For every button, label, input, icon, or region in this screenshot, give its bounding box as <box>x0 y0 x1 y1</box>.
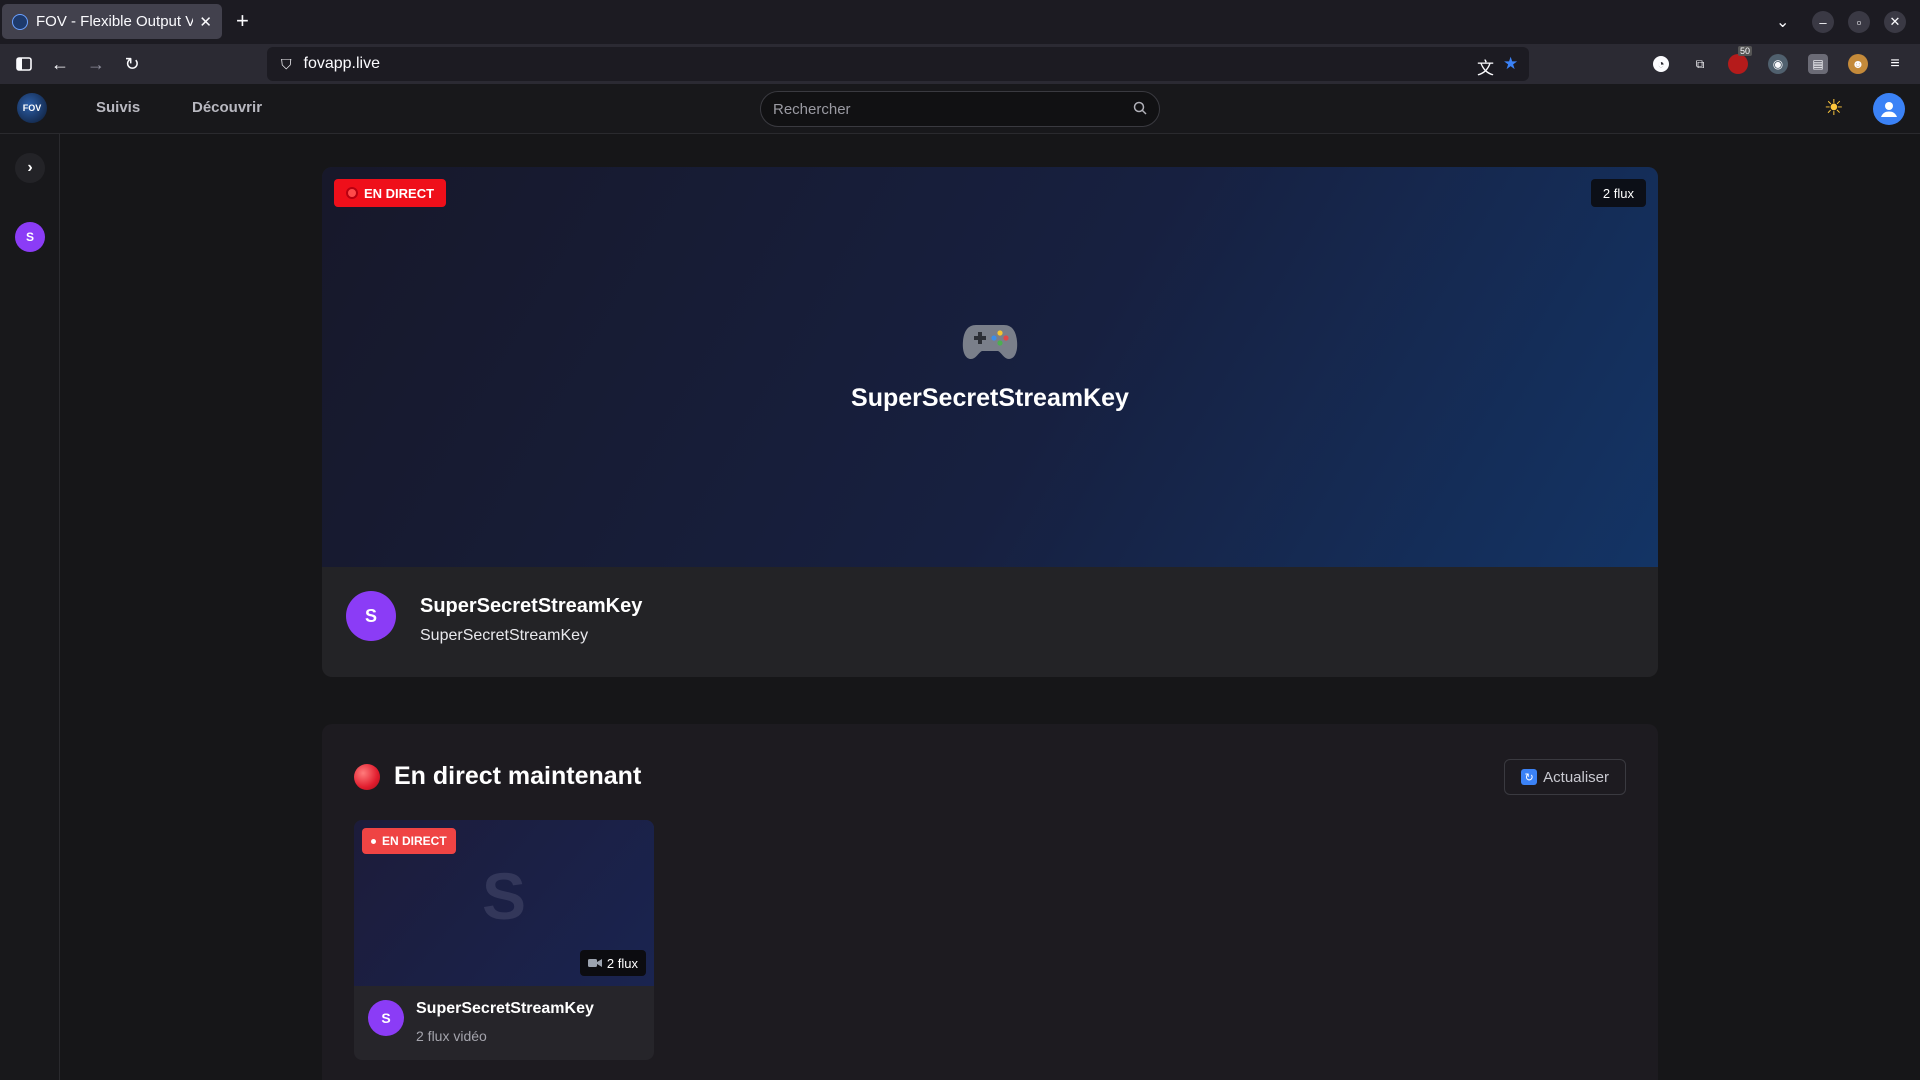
window-maximize-button[interactable]: ▫ <box>1848 11 1870 33</box>
tab-title: FOV - Flexible Output Vi <box>36 13 194 30</box>
mascot-extension-icon[interactable]: ☻ <box>1848 54 1868 74</box>
back-arrow-icon[interactable]: ← <box>48 52 72 76</box>
search-input[interactable] <box>773 100 1133 118</box>
browser-tab-active[interactable]: FOV - Flexible Output Vi ✕ <box>2 4 222 39</box>
forward-arrow-icon[interactable]: → <box>84 52 108 76</box>
fov-favicon-icon <box>12 13 28 30</box>
card-flux-badge: 2 flux <box>579 950 646 976</box>
live-badge: EN DIRECT <box>334 179 447 207</box>
video-camera-icon <box>587 959 602 967</box>
card-channel-name[interactable]: SuperSecretStreamKey <box>416 1000 594 1018</box>
featured-channel-avatar[interactable]: S <box>346 591 396 641</box>
nav-following-link[interactable]: Suivis <box>96 99 140 116</box>
featured-stream-info: S SuperSecretStreamKey SuperSecretStream… <box>322 567 1658 677</box>
sidebar-channel-avatar[interactable]: S <box>15 222 45 252</box>
url-text[interactable]: fovapp.live <box>304 55 381 73</box>
ublock-extension-icon[interactable]: 50 <box>1728 46 1753 74</box>
live-dot-icon <box>371 838 376 844</box>
nav-discover-link[interactable]: Découvrir <box>192 99 262 116</box>
featured-stream-card[interactable]: EN DIRECT 2 flux SuperSecretStreamKey S … <box>322 167 1658 677</box>
flux-count-badge: 2 flux <box>1590 179 1646 207</box>
address-bar[interactable]: ⛉ fovapp.live 文 ★ <box>267 47 1529 81</box>
extensions-puzzle-icon[interactable]: ⧉ <box>1690 54 1710 74</box>
bookmark-star-icon[interactable]: ★ <box>1503 54 1518 74</box>
featured-channel-subtitle: SuperSecretStreamKey <box>420 627 589 644</box>
gamepad-icon <box>962 325 1018 359</box>
sidebar-toggle-icon[interactable] <box>12 52 36 76</box>
featured-channel-name[interactable]: SuperSecretStreamKey <box>420 595 642 618</box>
history-clock-icon[interactable]: ◔ <box>1653 56 1669 72</box>
sun-theme-toggle-icon[interactable]: ☀ <box>1824 96 1844 120</box>
window-close-button[interactable]: ✕ <box>1884 11 1906 33</box>
privacy-extension-icon[interactable]: ◉ <box>1768 54 1788 74</box>
featured-stream-center: SuperSecretStreamKey <box>322 317 1658 413</box>
refresh-icon: ↻ <box>1521 769 1538 785</box>
left-sidebar: › S <box>0 134 60 1080</box>
new-tab-button[interactable]: + <box>236 10 249 32</box>
live-now-title: En direct maintenant <box>394 762 642 790</box>
live-badge-label: EN DIRECT <box>364 185 435 201</box>
featured-stream-title[interactable]: SuperSecretStreamKey <box>322 384 1658 413</box>
fov-logo[interactable]: FOV <box>17 93 47 123</box>
sidebar-expand-chevron-icon[interactable]: › <box>15 153 45 183</box>
app-header: FOV Suivis Découvrir ☀ <box>0 84 1920 134</box>
card-live-badge: EN DIRECT <box>362 828 456 854</box>
browser-navbar: ← → ↻ ⛉ fovapp.live 文 ★ ◔ ⧉ 50 ◉ ▤ ☻ ≡ <box>0 44 1920 84</box>
featured-stream-banner[interactable]: EN DIRECT 2 flux SuperSecretStreamKey <box>322 167 1658 567</box>
card-flux-label: 2 flux <box>606 955 638 971</box>
card-subtitle: 2 flux vidéo <box>416 1028 487 1044</box>
extension-badge: 50 <box>1738 46 1753 56</box>
user-profile-icon[interactable] <box>1873 93 1905 125</box>
tab-close-icon[interactable]: ✕ <box>199 13 212 31</box>
menu-hamburger-icon[interactable]: ≡ <box>1885 54 1905 74</box>
translate-icon[interactable]: 文 <box>1477 54 1494 79</box>
shield-icon[interactable]: ⛉ <box>281 56 292 73</box>
window-minimize-button[interactable]: – <box>1812 11 1834 33</box>
live-now-section: En direct maintenant ↻ Actualiser S EN D… <box>322 724 1658 1080</box>
tab-list-chevron-icon[interactable]: ⌄ <box>1776 12 1789 32</box>
refresh-button[interactable]: ↻ Actualiser <box>1504 759 1626 795</box>
thumbnail-letter: S <box>481 859 527 933</box>
search-box[interactable] <box>760 91 1160 127</box>
stream-card[interactable]: S EN DIRECT 2 flux S SuperSecretStreamKe… <box>354 820 654 1060</box>
card-live-label: EN DIRECT <box>382 834 447 848</box>
card-channel-avatar[interactable]: S <box>368 1000 404 1036</box>
refresh-label: Actualiser <box>1543 768 1609 786</box>
red-circle-icon <box>354 763 380 790</box>
live-now-heading: En direct maintenant <box>354 762 641 791</box>
red-dot-icon <box>346 187 358 199</box>
search-icon[interactable] <box>1133 101 1147 118</box>
reload-icon[interactable]: ↻ <box>120 52 144 76</box>
reader-extension-icon[interactable]: ▤ <box>1808 54 1828 74</box>
browser-tabbar: FOV - Flexible Output Vi ✕ + ⌄ – ▫ ✕ <box>0 0 1920 44</box>
stream-card-thumbnail[interactable]: S EN DIRECT 2 flux <box>354 820 654 986</box>
